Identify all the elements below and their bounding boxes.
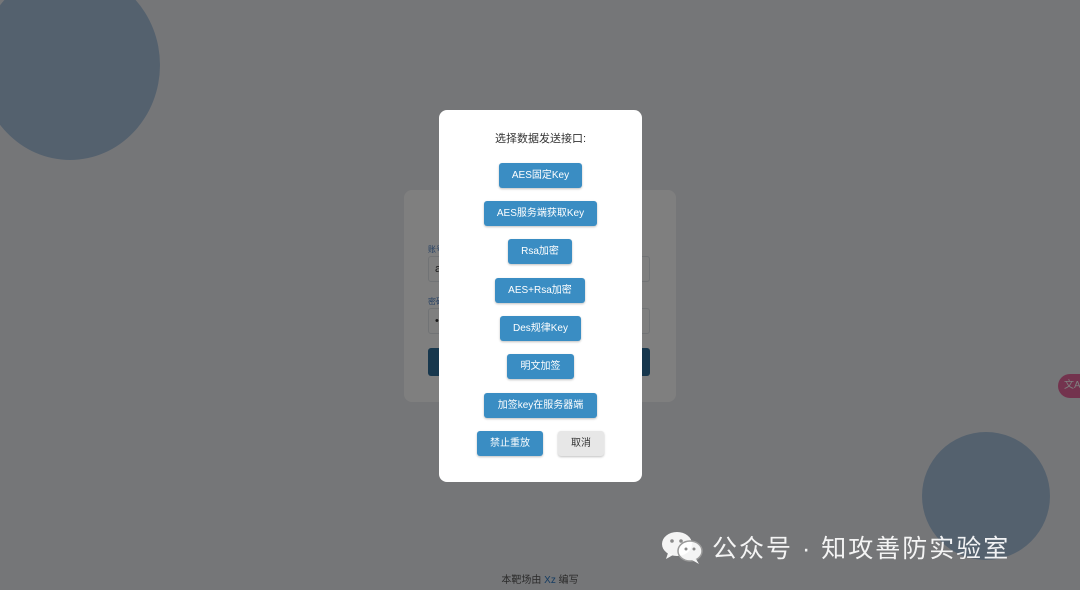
watermark-text: 公众号 · 知攻善防实验室 (712, 535, 1011, 563)
select-interface-dialog: 选择数据发送接口: AES固定Key AES服务端获取Key Rsa加密 AES… (439, 110, 642, 482)
plaintext-sign-button[interactable]: 明文加签 (507, 354, 574, 379)
watermark: 公众号 · 知攻善防实验室 (660, 528, 1010, 566)
aes-server-key-button[interactable]: AES服务端获取Key (484, 201, 597, 226)
dialog-title: 选择数据发送接口: (494, 133, 587, 145)
anti-replay-button[interactable]: 禁止重放 (477, 431, 543, 456)
aes-rsa-encrypt-button[interactable]: AES+Rsa加密 (495, 278, 585, 303)
cancel-button[interactable]: 取消 (558, 431, 604, 456)
aes-fixed-key-button[interactable]: AES固定Key (499, 163, 582, 188)
des-pattern-key-button[interactable]: Des规律Key (500, 316, 581, 341)
rsa-encrypt-button[interactable]: Rsa加密 (508, 239, 572, 264)
wechat-icon (662, 532, 703, 564)
sign-key-server-button[interactable]: 加签key在服务器端 (484, 393, 597, 418)
